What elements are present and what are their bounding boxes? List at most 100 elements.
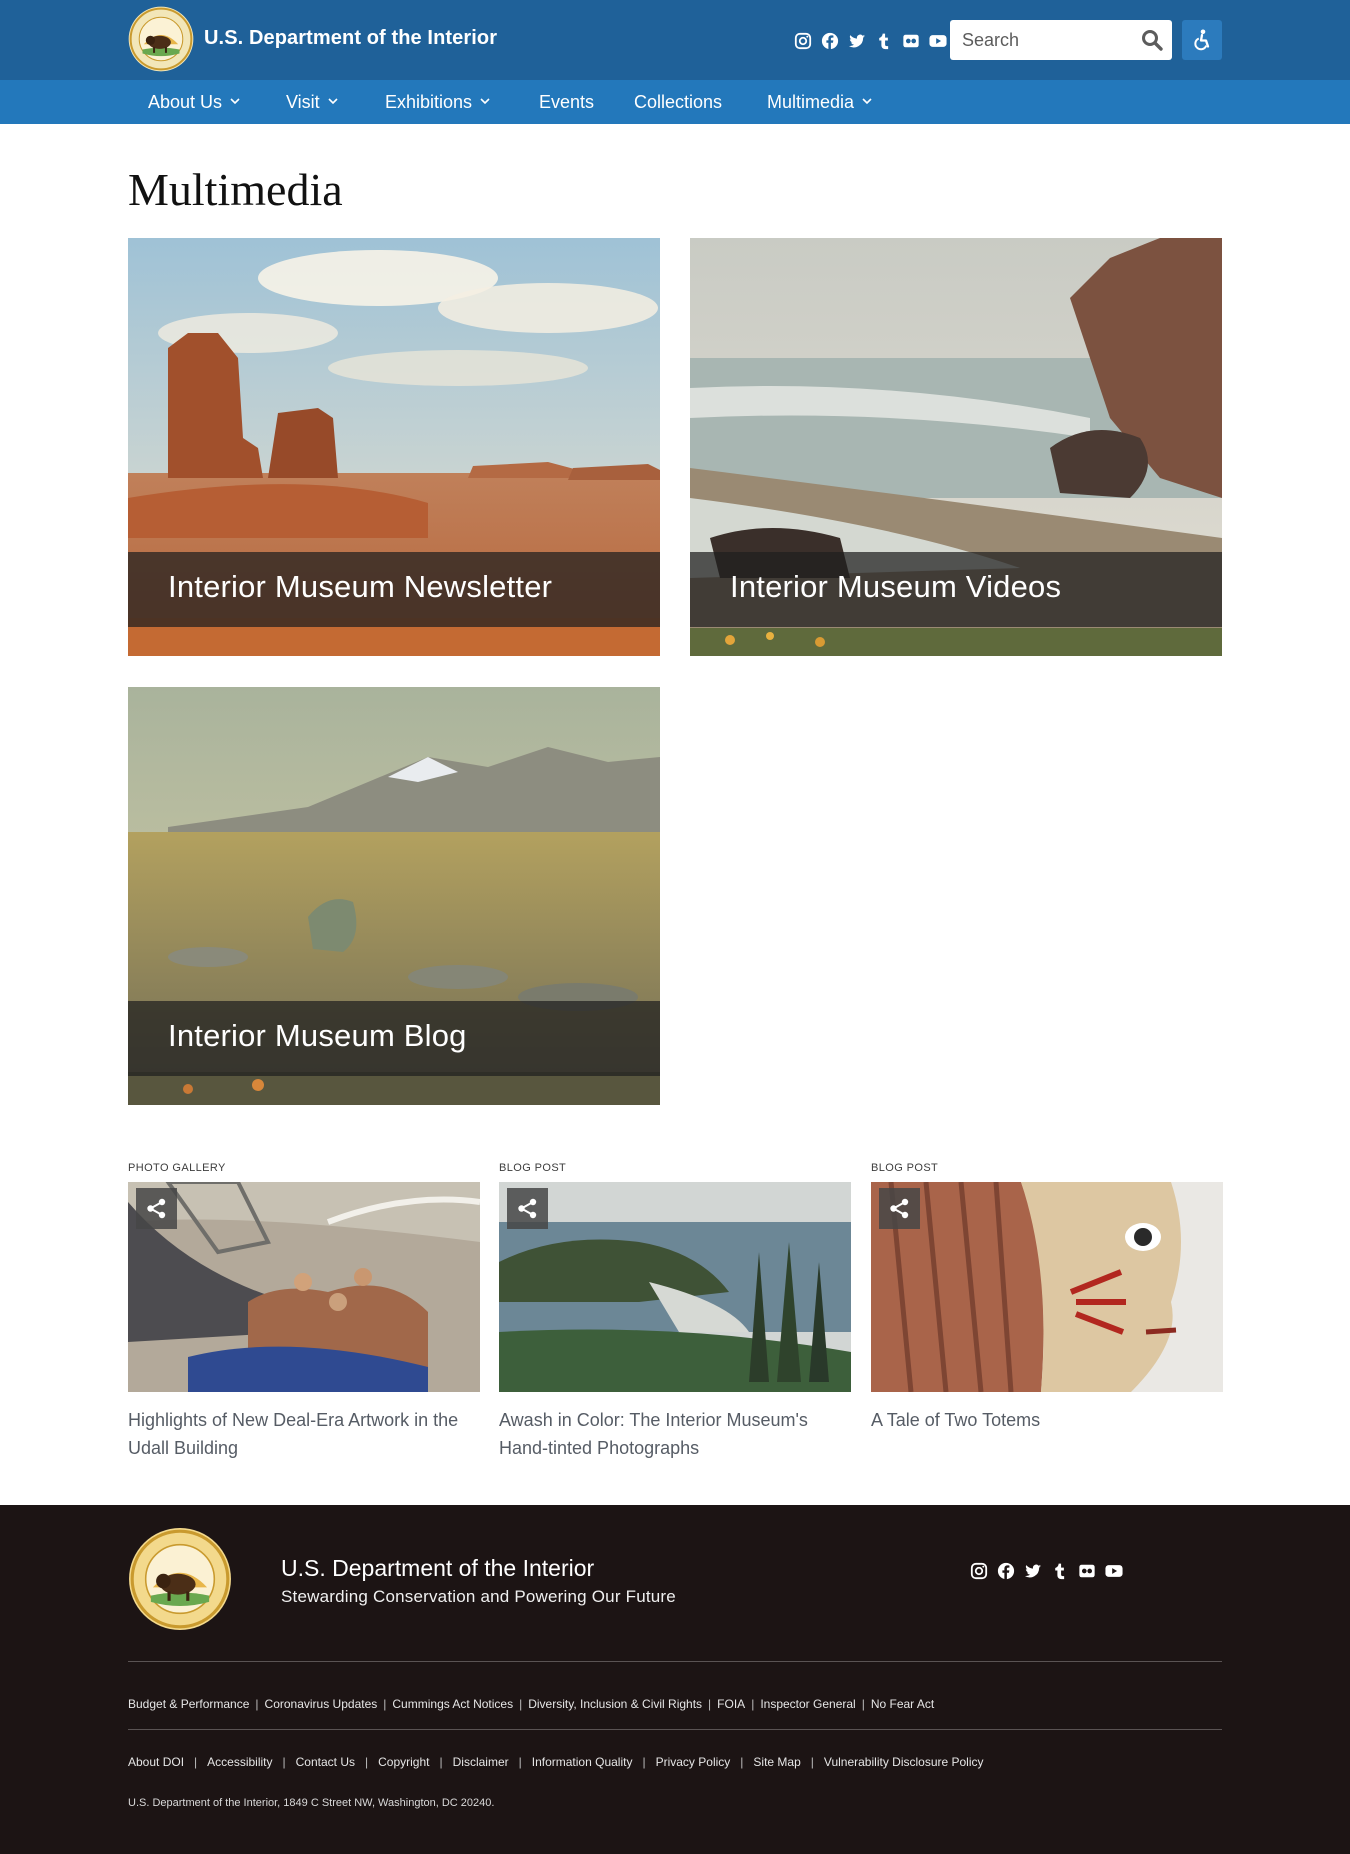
card-title: Interior Museum Newsletter — [168, 569, 553, 604]
youtube-icon[interactable] — [929, 32, 947, 50]
flickr-icon[interactable] — [902, 32, 920, 50]
nav-collections[interactable]: Collections — [634, 80, 722, 124]
card-title: Interior Museum Blog — [168, 1018, 467, 1053]
nav-label: About Us — [148, 92, 223, 112]
footer-link-budget-performance[interactable]: Budget & Performance — [128, 1697, 249, 1711]
nav-events[interactable]: Events — [539, 80, 594, 124]
link-separator: | — [708, 1697, 712, 1711]
card-caption-band: Interior Museum Videos — [690, 552, 1222, 627]
site-title[interactable]: U.S. Department of the Interior — [204, 27, 497, 50]
teaser-title[interactable]: A Tale of Two Totems — [871, 1406, 1223, 1434]
nav-label: Multimedia — [767, 92, 855, 112]
tumblr-icon[interactable] — [875, 32, 893, 50]
footer-link-copyright[interactable]: Copyright — [378, 1755, 429, 1769]
footer-links-primary: Budget & Performance | Coronavirus Updat… — [128, 1697, 934, 1711]
site-footer: U.S. Department of the Interior Stewardi… — [0, 1505, 1350, 1854]
social-links-footer — [970, 1562, 1123, 1580]
doi-seal-logo[interactable] — [128, 1527, 232, 1631]
teaser-image[interactable] — [499, 1182, 851, 1392]
teaser-new-deal-artwork[interactable]: PHOTO GALLERY Highlights of New Deal-Era… — [128, 1160, 480, 1462]
footer-divider — [128, 1661, 1222, 1662]
nav-label: Events — [539, 92, 595, 112]
nav-about-us[interactable]: About Us — [148, 80, 240, 124]
footer-org-name: U.S. Department of the Interior — [281, 1555, 595, 1581]
link-separator: | — [642, 1755, 646, 1769]
footer-link-about-doi[interactable]: About DOI — [128, 1755, 184, 1769]
footer-address: U.S. Department of the Interior, 1849 C … — [128, 1797, 495, 1809]
footer-link-inspector-general[interactable]: Inspector General — [760, 1697, 855, 1711]
coastal-photograph — [499, 1182, 851, 1392]
footer-link-foia[interactable]: FOIA — [717, 1697, 745, 1711]
instagram-icon[interactable] — [970, 1562, 988, 1580]
teaser-kind: BLOG POST — [499, 1162, 567, 1174]
flickr-icon[interactable] — [1078, 1562, 1096, 1580]
footer-link-diversity[interactable]: Diversity, Inclusion & Civil Rights — [528, 1697, 702, 1711]
card-title: Interior Museum Videos — [730, 569, 1062, 604]
link-separator: | — [740, 1755, 744, 1769]
facebook-icon[interactable] — [821, 32, 839, 50]
search-form — [950, 20, 1172, 60]
nav-label: Collections — [634, 92, 723, 112]
teaser-title[interactable]: Awash in Color: The Interior Museum's Ha… — [499, 1406, 851, 1462]
totem-photograph — [871, 1182, 1223, 1392]
twitter-icon[interactable] — [848, 32, 866, 50]
youtube-icon[interactable] — [1105, 1562, 1123, 1580]
link-separator: | — [810, 1755, 814, 1769]
card-newsletter[interactable]: Interior Museum Newsletter — [128, 238, 660, 656]
tumblr-icon[interactable] — [1051, 1562, 1069, 1580]
nav-multimedia[interactable]: Multimedia — [767, 80, 872, 124]
share-icon — [147, 1198, 166, 1219]
chevron-down-icon — [862, 98, 872, 105]
teaser-kind: PHOTO GALLERY — [128, 1162, 226, 1174]
footer-link-disclaimer[interactable]: Disclaimer — [453, 1755, 509, 1769]
footer-link-vulnerability-disclosure[interactable]: Vulnerability Disclosure Policy — [824, 1755, 984, 1769]
share-button[interactable] — [879, 1188, 920, 1229]
footer-divider — [128, 1729, 1222, 1730]
link-separator: | — [194, 1755, 198, 1769]
footer-link-information-quality[interactable]: Information Quality — [532, 1755, 633, 1769]
search-input[interactable] — [950, 20, 1172, 60]
teaser-title[interactable]: Highlights of New Deal-Era Artwork in th… — [128, 1406, 480, 1462]
footer-link-no-fear-act[interactable]: No Fear Act — [871, 1697, 934, 1711]
nav-label: Exhibitions — [385, 92, 473, 112]
footer-link-coronavirus-updates[interactable]: Coronavirus Updates — [265, 1697, 378, 1711]
footer-link-privacy-policy[interactable]: Privacy Policy — [656, 1755, 731, 1769]
footer-link-site-map[interactable]: Site Map — [753, 1755, 800, 1769]
footer-link-cummings-act[interactable]: Cummings Act Notices — [392, 1697, 513, 1711]
search-icon[interactable] — [1140, 28, 1164, 52]
teaser-image[interactable] — [128, 1182, 480, 1392]
twitter-icon[interactable] — [1024, 1562, 1042, 1580]
card-videos[interactable]: Interior Museum Videos — [690, 238, 1222, 656]
card-blog[interactable]: Interior Museum Blog — [128, 687, 660, 1105]
chevron-down-icon — [328, 98, 338, 105]
teaser-two-totems[interactable]: BLOG POST A Tale of Two Totems — [871, 1160, 1223, 1434]
nav-exhibitions[interactable]: Exhibitions — [385, 80, 490, 124]
nav-visit[interactable]: Visit — [286, 80, 338, 124]
mural-painting — [128, 1182, 480, 1392]
link-separator: | — [439, 1755, 443, 1769]
card-caption-band: Interior Museum Blog — [128, 1001, 660, 1076]
chevron-down-icon — [230, 98, 240, 105]
link-separator: | — [365, 1755, 369, 1769]
accessibility-button[interactable] — [1182, 20, 1222, 60]
facebook-icon[interactable] — [997, 1562, 1015, 1580]
link-separator: | — [861, 1697, 865, 1711]
doi-seal-logo[interactable] — [128, 6, 194, 72]
footer-link-accessibility[interactable]: Accessibility — [207, 1755, 272, 1769]
page-title: Multimedia — [128, 164, 343, 215]
link-separator: | — [519, 1697, 523, 1711]
main-nav: About Us Visit Exhibitions Events Collec… — [0, 80, 1350, 124]
link-separator: | — [518, 1755, 522, 1769]
instagram-icon[interactable] — [794, 32, 812, 50]
link-separator: | — [255, 1697, 259, 1711]
link-separator: | — [751, 1697, 755, 1711]
link-separator: | — [282, 1755, 286, 1769]
footer-links-secondary: About DOI | Accessibility | Contact Us |… — [128, 1755, 984, 1769]
share-button[interactable] — [507, 1188, 548, 1229]
teaser-image[interactable] — [871, 1182, 1223, 1392]
teaser-hand-tinted-photographs[interactable]: BLOG POST Awash in Color: The Interior M… — [499, 1160, 851, 1462]
footer-link-contact-us[interactable]: Contact Us — [296, 1755, 355, 1769]
share-icon — [890, 1198, 909, 1219]
share-button[interactable] — [136, 1188, 177, 1229]
footer-tagline: Stewarding Conservation and Powering Our… — [281, 1587, 676, 1606]
